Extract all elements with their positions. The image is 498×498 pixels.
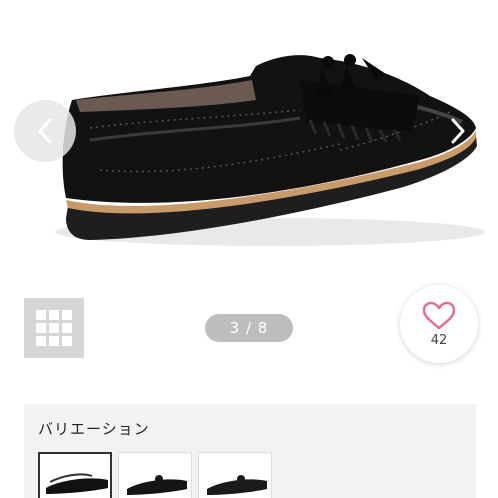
chevron-right-icon — [451, 118, 465, 144]
variation-thumb-2[interactable] — [118, 452, 192, 498]
product-image — [55, 54, 485, 246]
chevron-left-icon — [38, 118, 52, 144]
thumbnail-grid-button[interactable] — [24, 298, 84, 358]
variation-panel: バリエーション — [24, 404, 476, 498]
variation-thumb-3[interactable] — [198, 452, 272, 498]
favorite-count: 42 — [430, 332, 448, 348]
variation-thumb-2-image — [127, 475, 187, 495]
grid-icon — [36, 310, 72, 346]
heart-icon — [422, 301, 456, 329]
variation-thumb-3-image — [207, 475, 267, 495]
page-indicator: 3 / 8 — [205, 314, 293, 342]
next-image-button[interactable] — [438, 108, 478, 154]
variation-title: バリエーション — [38, 420, 150, 438]
favorite-button[interactable]: 42 — [400, 285, 478, 363]
variation-thumbnails — [38, 452, 272, 498]
previous-image-button[interactable] — [14, 100, 76, 162]
variation-thumb-1[interactable] — [38, 452, 112, 498]
product-gallery — [0, 0, 498, 290]
variation-thumb-1-image — [46, 473, 108, 494]
